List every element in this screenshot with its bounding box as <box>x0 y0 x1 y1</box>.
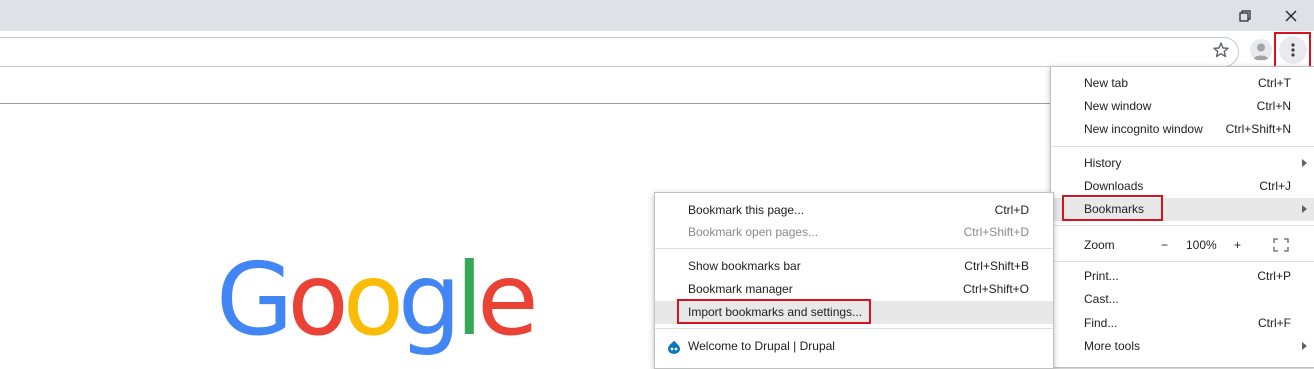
logo-letter-l: l <box>455 241 483 358</box>
menu-item-label: Welcome to Drupal | Drupal <box>688 339 835 353</box>
menu-item-shortcut: Ctrl+P <box>1257 269 1291 283</box>
logo-letter-o2: o <box>342 241 404 358</box>
star-icon <box>1213 42 1229 58</box>
submenu-item-bookmark-page[interactable]: Bookmark this page... Ctrl+D <box>655 199 1053 222</box>
highlight-box-bookmarks <box>1062 195 1163 221</box>
submenu-arrow-icon <box>1302 159 1307 167</box>
zoom-label: Zoom <box>1084 238 1115 252</box>
menu-item-shortcut: Ctrl+N <box>1256 99 1291 113</box>
logo-letter-g2: g <box>397 241 462 358</box>
chrome-menu-button-bg <box>1278 36 1307 64</box>
zoom-in-button[interactable]: + <box>1234 238 1241 252</box>
menu-item-shortcut: Ctrl+Shift+D <box>963 225 1029 239</box>
menu-item-find[interactable]: Find... Ctrl+F <box>1051 312 1314 335</box>
chrome-menu-button[interactable] <box>1274 32 1311 68</box>
profile-avatar[interactable] <box>1250 39 1272 61</box>
submenu-arrow-icon <box>1302 342 1307 350</box>
fullscreen-icon <box>1273 238 1289 252</box>
menu-separator <box>1051 225 1314 226</box>
menu-item-more-tools[interactable]: More tools <box>1051 335 1314 358</box>
close-button[interactable] <box>1268 0 1314 31</box>
more-vert-icon <box>1290 43 1295 57</box>
submenu-item-bookmark-open-pages[interactable]: Bookmark open pages... Ctrl+Shift+D <box>655 221 1053 244</box>
submenu-item-show-bookmarks-bar[interactable]: Show bookmarks bar Ctrl+Shift+B <box>655 255 1053 278</box>
submenu-item-drupal-bookmark[interactable]: Welcome to Drupal | Drupal <box>655 335 1053 358</box>
menu-item-label: Show bookmarks bar <box>688 259 801 273</box>
menu-item-label: Print... <box>1084 269 1119 283</box>
menu-item-label: New incognito window <box>1084 122 1203 136</box>
menu-item-label: Downloads <box>1084 179 1144 193</box>
menu-item-history[interactable]: History <box>1051 152 1314 175</box>
menu-item-shortcut: Ctrl+Shift+B <box>964 259 1029 273</box>
menu-item-label: New window <box>1084 99 1152 113</box>
address-bar[interactable] <box>0 37 1239 67</box>
zoom-level: 100% <box>1186 238 1217 252</box>
bookmark-star-button[interactable] <box>1211 40 1231 60</box>
menu-item-label: History <box>1084 156 1122 170</box>
toolbar <box>0 31 1314 71</box>
submenu-arrow-icon <box>1302 205 1307 213</box>
menu-separator <box>1051 261 1314 262</box>
zoom-out-button[interactable]: − <box>1161 238 1168 252</box>
menu-item-shortcut: Ctrl+Shift+N <box>1225 122 1291 136</box>
menu-item-shortcut: Ctrl+Shift+O <box>962 282 1029 296</box>
restore-icon <box>1239 9 1251 22</box>
menu-separator <box>655 328 1053 329</box>
menu-item-print[interactable]: Print... Ctrl+P <box>1051 265 1314 288</box>
menu-item-shortcut: Ctrl+T <box>1258 76 1291 90</box>
menu-item-label: More tools <box>1084 339 1141 353</box>
google-logo: Google <box>216 250 539 350</box>
bookmarks-submenu: Bookmark this page... Ctrl+D Bookmark op… <box>654 192 1054 369</box>
menu-item-label: New tab <box>1084 76 1129 90</box>
logo-letter-o1: o <box>287 241 349 358</box>
menu-separator <box>655 248 1053 249</box>
menu-item-label: Bookmark manager <box>688 282 793 296</box>
fullscreen-button[interactable] <box>1273 238 1289 255</box>
restore-button[interactable] <box>1222 0 1268 31</box>
logo-letter-e: e <box>477 241 538 358</box>
close-icon <box>1285 10 1297 21</box>
menu-item-cast[interactable]: Cast... <box>1051 288 1314 311</box>
menu-item-new-window[interactable]: New window Ctrl+N <box>1051 95 1314 118</box>
menu-separator <box>1051 146 1314 147</box>
zoom-row: Zoom − 100% + <box>1051 232 1314 257</box>
menu-item-shortcut: Ctrl+J <box>1259 179 1291 193</box>
menu-item-shortcut: Ctrl+D <box>994 203 1029 217</box>
logo-letter-g1: G <box>216 241 293 358</box>
menu-item-label: Cast... <box>1084 292 1119 306</box>
menu-item-new-tab[interactable]: New tab Ctrl+T <box>1051 72 1314 95</box>
person-icon <box>1253 43 1269 60</box>
submenu-item-bookmark-manager[interactable]: Bookmark manager Ctrl+Shift+O <box>655 278 1053 301</box>
menu-item-label: Bookmark open pages... <box>688 225 819 239</box>
menu-item-label: Find... <box>1084 316 1118 330</box>
menu-item-new-incognito[interactable]: New incognito window Ctrl+Shift+N <box>1051 118 1314 141</box>
menu-item-label: Bookmark this page... <box>688 203 805 217</box>
title-bar <box>0 0 1314 31</box>
menu-item-shortcut: Ctrl+F <box>1258 316 1291 330</box>
highlight-box-import <box>677 299 871 324</box>
drupal-icon <box>667 340 681 354</box>
